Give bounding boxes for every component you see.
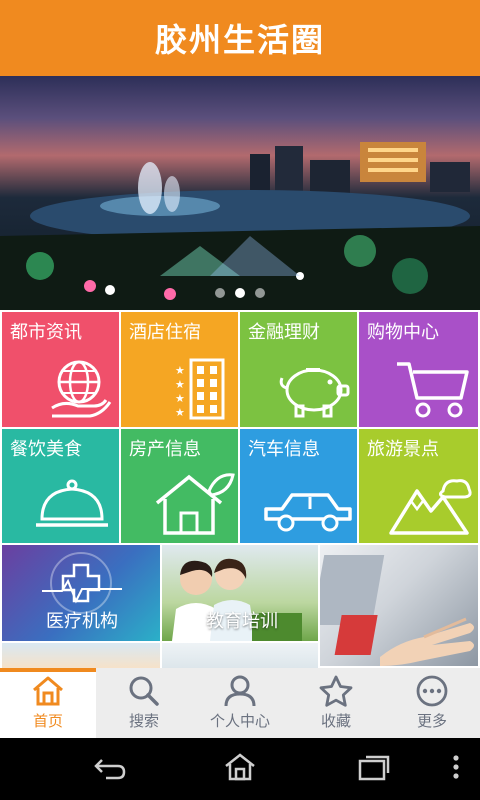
app-header: 胶州生活圈 (0, 0, 480, 76)
globe-hand-icon (51, 360, 112, 418)
promo-medical[interactable]: 医疗机构 (2, 545, 160, 641)
tab-profile[interactable]: 个人中心 (192, 668, 288, 738)
home-icon (33, 676, 63, 706)
promo-bottom-middle[interactable] (162, 643, 318, 668)
category-label: 旅游景点 (367, 439, 439, 460)
category-travel[interactable]: 旅游景点 (359, 429, 478, 543)
promo-hand-image[interactable] (320, 545, 478, 666)
tab-label: 搜索 (128, 712, 159, 730)
home-nav-icon[interactable] (222, 752, 258, 782)
tab-favorites[interactable]: 收藏 (288, 668, 384, 738)
category-finance[interactable]: 金融理财 (240, 312, 357, 427)
tab-search[interactable]: 搜索 (96, 668, 192, 738)
house-icon (155, 473, 235, 535)
piggy-bank-icon (279, 368, 350, 418)
more-icon (416, 675, 448, 707)
category-realestate[interactable]: 房产信息 (121, 429, 238, 543)
category-label: 酒店住宿 (129, 322, 201, 343)
tab-label: 首页 (32, 712, 63, 730)
bottom-tab-bar: 首页 搜索 个人中心 收藏 更多 (0, 668, 480, 738)
tab-label: 收藏 (320, 712, 351, 730)
svg-text:★: ★ (175, 392, 185, 405)
tab-home[interactable]: 首页 (0, 668, 96, 738)
svg-text:★: ★ (175, 364, 185, 377)
car-icon (264, 493, 352, 532)
svg-text:★: ★ (175, 406, 185, 419)
category-label: 都市资讯 (10, 322, 82, 343)
category-label: 购物中心 (367, 322, 439, 343)
system-navigation-bar (0, 738, 480, 800)
promo-education-label: 教育培训 (206, 611, 278, 632)
tab-more[interactable]: 更多 (384, 668, 480, 738)
overflow-menu-icon[interactable] (450, 752, 462, 782)
carousel-dot[interactable] (255, 288, 265, 298)
category-auto[interactable]: 汽车信息 (240, 429, 357, 543)
promo-medical-label: 医疗机构 (46, 611, 118, 632)
recent-apps-icon[interactable] (356, 752, 392, 782)
category-label: 金融理财 (248, 322, 320, 343)
user-icon (224, 675, 256, 707)
hand-touch-image (320, 555, 474, 666)
back-icon[interactable] (92, 752, 128, 782)
tab-label: 更多 (416, 712, 447, 730)
hotel-building-icon: ★ ★ ★ ★ (175, 358, 225, 420)
svg-text:★: ★ (175, 378, 185, 391)
tab-label: 个人中心 (209, 712, 270, 730)
shopping-cart-icon (397, 362, 469, 418)
category-label: 餐饮美食 (10, 439, 82, 460)
category-hotel[interactable]: 酒店住宿 ★ ★ ★ ★ (121, 312, 238, 427)
banner-carousel[interactable] (0, 76, 480, 310)
carousel-dot-active[interactable] (235, 288, 245, 298)
carousel-indicator (0, 288, 480, 298)
mountain-icon (389, 479, 472, 535)
category-food[interactable]: 餐饮美食 (2, 429, 119, 543)
app-title: 胶州生活圈 (154, 21, 325, 59)
category-news[interactable]: 都市资讯 (2, 312, 119, 427)
category-label: 汽车信息 (248, 439, 320, 460)
carousel-dot[interactable] (215, 288, 225, 298)
category-shopping[interactable]: 购物中心 (359, 312, 478, 427)
search-icon (129, 676, 159, 706)
category-label: 房产信息 (129, 439, 201, 460)
promo-bottom-left[interactable] (2, 643, 160, 668)
food-cloche-icon (36, 479, 108, 527)
star-icon (319, 675, 353, 707)
banner-image (0, 142, 480, 310)
promo-education[interactable]: 教育培训 (162, 545, 318, 641)
